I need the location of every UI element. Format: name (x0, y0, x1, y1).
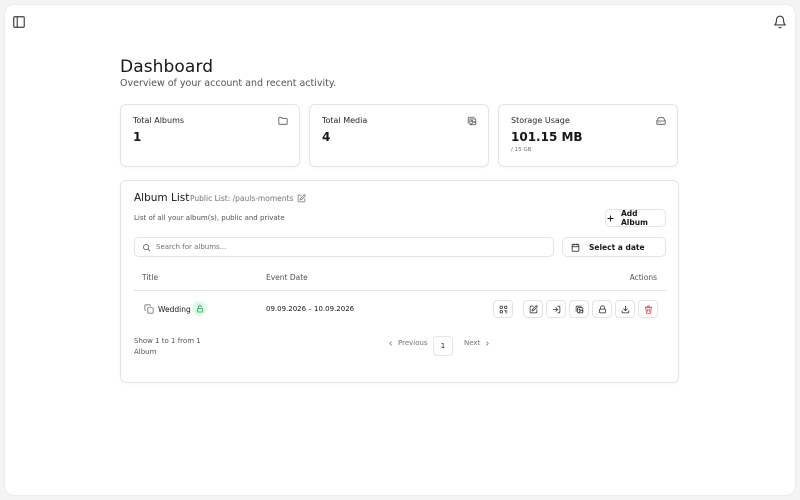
stat-card-total-albums: Total Albums 1 (120, 104, 300, 167)
download-icon[interactable] (615, 300, 635, 318)
add-album-button[interactable]: Add Album (605, 209, 666, 227)
unlock-icon (192, 301, 207, 316)
date-picker-button[interactable]: Select a date (562, 237, 666, 257)
stat-card-storage-usage: Storage Usage 101.15 MB / 15 GB (498, 104, 678, 167)
copy-icon[interactable] (144, 304, 154, 314)
date-picker-label: Select a date (589, 242, 645, 252)
stat-label: Storage Usage (511, 116, 570, 125)
calendar-icon (571, 242, 580, 252)
column-header-event-date[interactable]: Event Date (266, 273, 308, 282)
hard-drive-icon (656, 116, 666, 126)
album-event-date: 09.09.2026 – 10.09.2026 (266, 305, 355, 313)
previous-page-button[interactable]: Previous (387, 339, 428, 347)
public-list-text: Public List: /pauls-moments (190, 194, 294, 203)
sidebar-toggle-icon[interactable] (12, 15, 26, 29)
trash-icon[interactable] (638, 300, 658, 318)
page-subtitle: Overview of your account and recent acti… (120, 78, 337, 89)
chevron-left-icon (387, 340, 394, 347)
add-album-label: Add Album (621, 209, 648, 227)
lock-icon[interactable] (592, 300, 612, 318)
stat-card-total-media: Total Media 4 (309, 104, 489, 167)
next-page-button[interactable]: Next (464, 339, 491, 347)
search-input[interactable] (156, 240, 546, 254)
album-search[interactable] (134, 237, 554, 257)
page-title: Dashboard (120, 57, 214, 77)
images-icon (467, 116, 477, 126)
header-divider (134, 290, 667, 291)
next-label: Next (464, 339, 481, 347)
column-header-title[interactable]: Title (142, 273, 158, 282)
share-icon[interactable] (546, 300, 566, 318)
stat-value: 101.15 MB (511, 130, 583, 144)
plus-icon (606, 214, 615, 223)
chevron-right-icon (484, 340, 491, 347)
column-header-actions: Actions (629, 273, 657, 282)
stat-label: Total Media (322, 116, 368, 125)
public-list-link[interactable]: Public List: /pauls-moments (190, 194, 306, 203)
stat-value: 1 (133, 130, 142, 144)
results-count: Show 1 to 1 from 1 Album (134, 337, 201, 356)
previous-label: Previous (398, 339, 428, 347)
album-title[interactable]: Wedding (158, 305, 191, 314)
edit-icon[interactable] (297, 194, 306, 203)
page-number-current[interactable]: 1 (433, 336, 453, 356)
stat-label: Total Albums (133, 116, 185, 125)
bell-icon[interactable] (773, 15, 787, 29)
images-icon[interactable] (569, 300, 589, 318)
stat-value: 4 (322, 130, 331, 144)
album-list-description: List of all your album(s), public and pr… (134, 214, 285, 222)
edit-icon[interactable] (523, 300, 543, 318)
qr-code-icon[interactable] (493, 300, 513, 318)
folder-icon (278, 116, 288, 126)
album-list-panel: Album List Public List: /pauls-moments L… (120, 180, 679, 383)
album-list-title: Album List (134, 192, 190, 204)
storage-limit: / 15 GB (511, 147, 532, 153)
